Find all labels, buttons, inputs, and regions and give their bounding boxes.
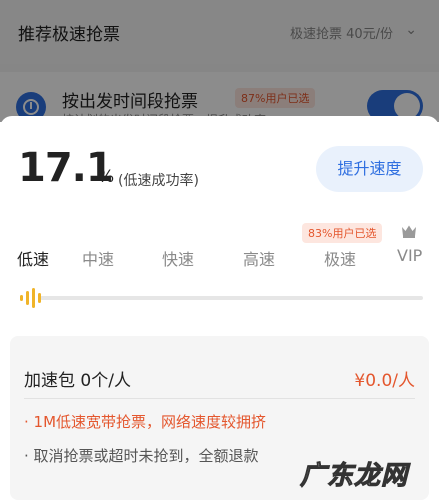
success-rate-label: (低速成功率) bbox=[118, 173, 199, 189]
speed-slider-track[interactable] bbox=[40, 296, 423, 300]
success-rate-unit: % bbox=[98, 167, 115, 187]
crown-icon bbox=[402, 225, 416, 238]
package-bullet-refund: · 取消抢票或超时未抢到，全额退款 bbox=[24, 447, 259, 465]
speed-tab-vip[interactable]: VIP bbox=[397, 246, 422, 265]
package-divider bbox=[24, 398, 415, 399]
speed-tab-medium[interactable]: 中速 bbox=[82, 246, 114, 270]
speed-popular-badge: 83%用户已选 bbox=[302, 223, 383, 243]
package-bullet-speed-text: 1M低速宽带抢票，网络速度较拥挤 bbox=[33, 413, 267, 431]
package-price: ¥0.0/人 bbox=[354, 371, 415, 391]
speed-tab-extreme[interactable]: 极速 bbox=[324, 246, 356, 270]
package-bullet-speed: · 1M低速宽带抢票，网络速度较拥挤 bbox=[24, 413, 267, 431]
speed-tab-fast[interactable]: 快速 bbox=[162, 246, 194, 270]
speed-tab-high[interactable]: 高速 bbox=[243, 246, 275, 270]
package-title: 加速包 0个/人 bbox=[24, 371, 131, 391]
watermark: 广东龙网 bbox=[299, 461, 409, 492]
boost-speed-button[interactable]: 提升速度 bbox=[316, 146, 423, 192]
speed-tab-low[interactable]: 低速 bbox=[17, 246, 49, 270]
package-bullet-refund-text: 取消抢票或超时未抢到，全额退款 bbox=[33, 447, 259, 465]
speed-slider-handle[interactable] bbox=[16, 286, 48, 310]
modal-overlay[interactable] bbox=[0, 0, 439, 122]
